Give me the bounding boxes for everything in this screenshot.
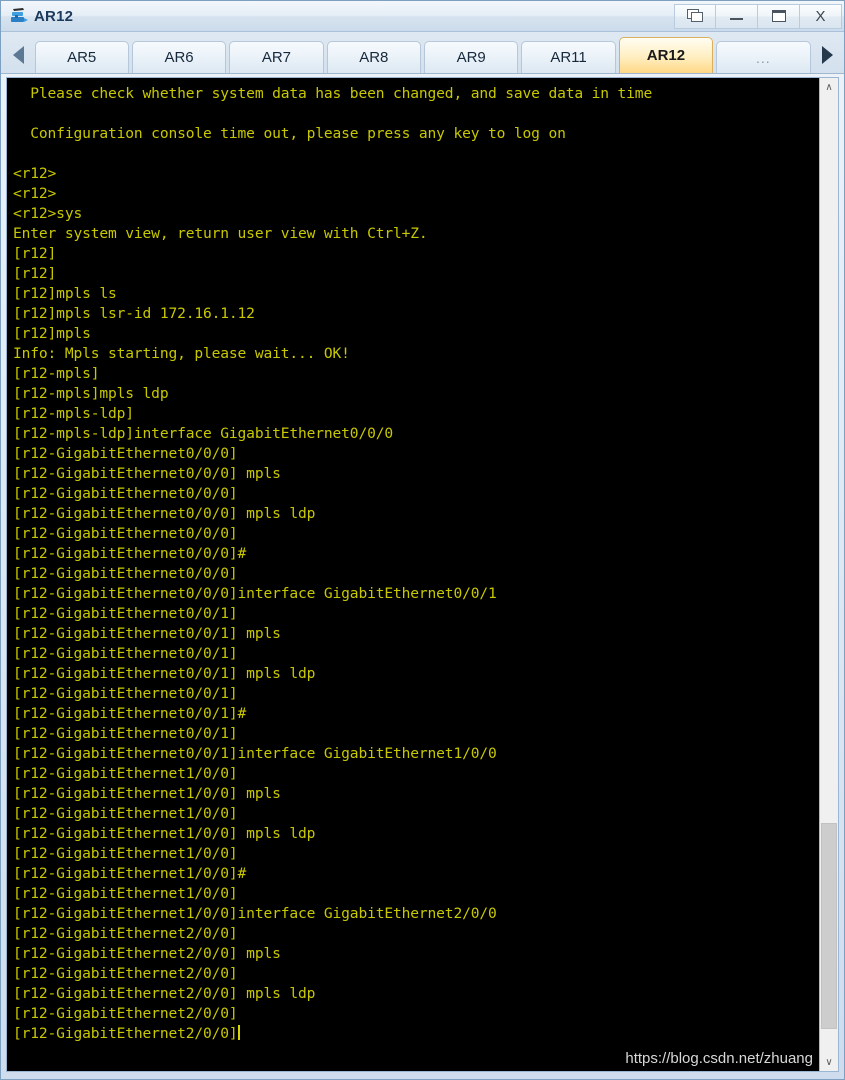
minimize-button[interactable] [716,3,758,29]
text-cursor [237,1025,240,1040]
router-icon [9,6,29,26]
terminal-output: Please check whether system data has bee… [7,84,819,1044]
maximize-icon [771,10,786,22]
chevron-left-icon [12,46,24,64]
maximize-button[interactable] [758,3,800,29]
tab-scroll-right-button[interactable] [812,37,842,73]
title-bar: AR12 X [1,1,844,32]
scroll-up-button[interactable]: ∧ [820,78,838,96]
terminal-frame: Please check whether system data has bee… [6,77,839,1072]
watermark-text: https://blog.csdn.net/zhuang [625,1050,813,1067]
tab-ar5[interactable]: AR5 [34,41,129,73]
vertical-scrollbar[interactable]: ∧ ∨ [819,78,838,1071]
minimize-icon [730,11,743,21]
scrollbar-track[interactable] [820,96,838,1053]
restore-icon [686,8,704,24]
close-button[interactable]: X [800,3,842,29]
tab-ar12[interactable]: AR12 [618,37,714,73]
chevron-right-icon [821,46,833,64]
restore-button[interactable] [674,3,716,29]
tab-ar7[interactable]: AR7 [229,41,324,73]
tab-ar9[interactable]: AR9 [424,41,519,73]
tab-ar8[interactable]: AR8 [326,41,421,73]
tab-overflow[interactable]: ... [716,41,811,73]
scroll-down-button[interactable]: ∨ [820,1053,838,1071]
tab-ar6[interactable]: AR6 [131,41,227,73]
tab-bar: AR5 AR6 AR7 AR8 AR9 AR11 AR12 ... [1,32,844,74]
console-window: AR12 X AR5 AR6 AR7 AR8 AR9 AR11 AR12 ...… [0,0,845,1080]
terminal-lines: Please check whether system data has bee… [13,85,653,1042]
window-controls: X [674,3,842,30]
scrollbar-thumb[interactable] [821,823,837,1030]
tab-list: AR5 AR6 AR7 AR8 AR9 AR11 AR12 ... [33,32,812,73]
tab-ar11[interactable]: AR11 [521,41,616,73]
terminal-viewport[interactable]: Please check whether system data has bee… [7,78,819,1071]
window-title: AR12 [34,7,74,25]
close-icon: X [815,7,826,25]
tab-scroll-left-button[interactable] [3,37,33,73]
